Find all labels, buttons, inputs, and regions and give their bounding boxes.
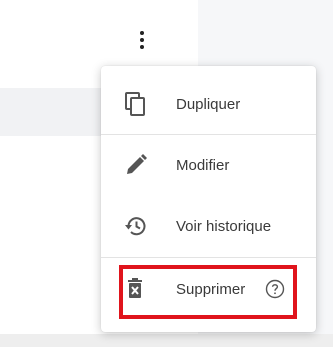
more-vertical-icon-dot-3 bbox=[140, 45, 144, 49]
menu-item-supprimer[interactable]: Supprimer bbox=[101, 259, 316, 319]
menu-item-dupliquer[interactable]: Dupliquer bbox=[101, 74, 316, 134]
context-menu: Dupliquer Modifier Voir historique Suppr… bbox=[101, 66, 316, 332]
menu-item-label: Supprimer bbox=[176, 280, 246, 298]
menu-item-label: Voir historique bbox=[176, 217, 272, 235]
trash-icon bbox=[123, 276, 149, 302]
help-circle-icon[interactable] bbox=[265, 279, 285, 299]
more-options-button[interactable] bbox=[130, 26, 154, 54]
menu-item-label: Dupliquer bbox=[176, 95, 241, 113]
history-icon bbox=[123, 213, 149, 239]
pencil-icon bbox=[123, 152, 149, 178]
more-vertical-icon-dot-2 bbox=[140, 38, 144, 42]
menu-divider bbox=[101, 257, 316, 258]
more-vertical-icon bbox=[140, 31, 144, 35]
copy-icon bbox=[123, 91, 149, 117]
menu-item-label: Modifier bbox=[176, 156, 230, 174]
menu-item-voir-historique[interactable]: Voir historique bbox=[101, 196, 316, 256]
background-row-bottom bbox=[0, 334, 333, 347]
background-row bbox=[0, 88, 106, 136]
menu-item-modifier[interactable]: Modifier bbox=[101, 135, 316, 195]
